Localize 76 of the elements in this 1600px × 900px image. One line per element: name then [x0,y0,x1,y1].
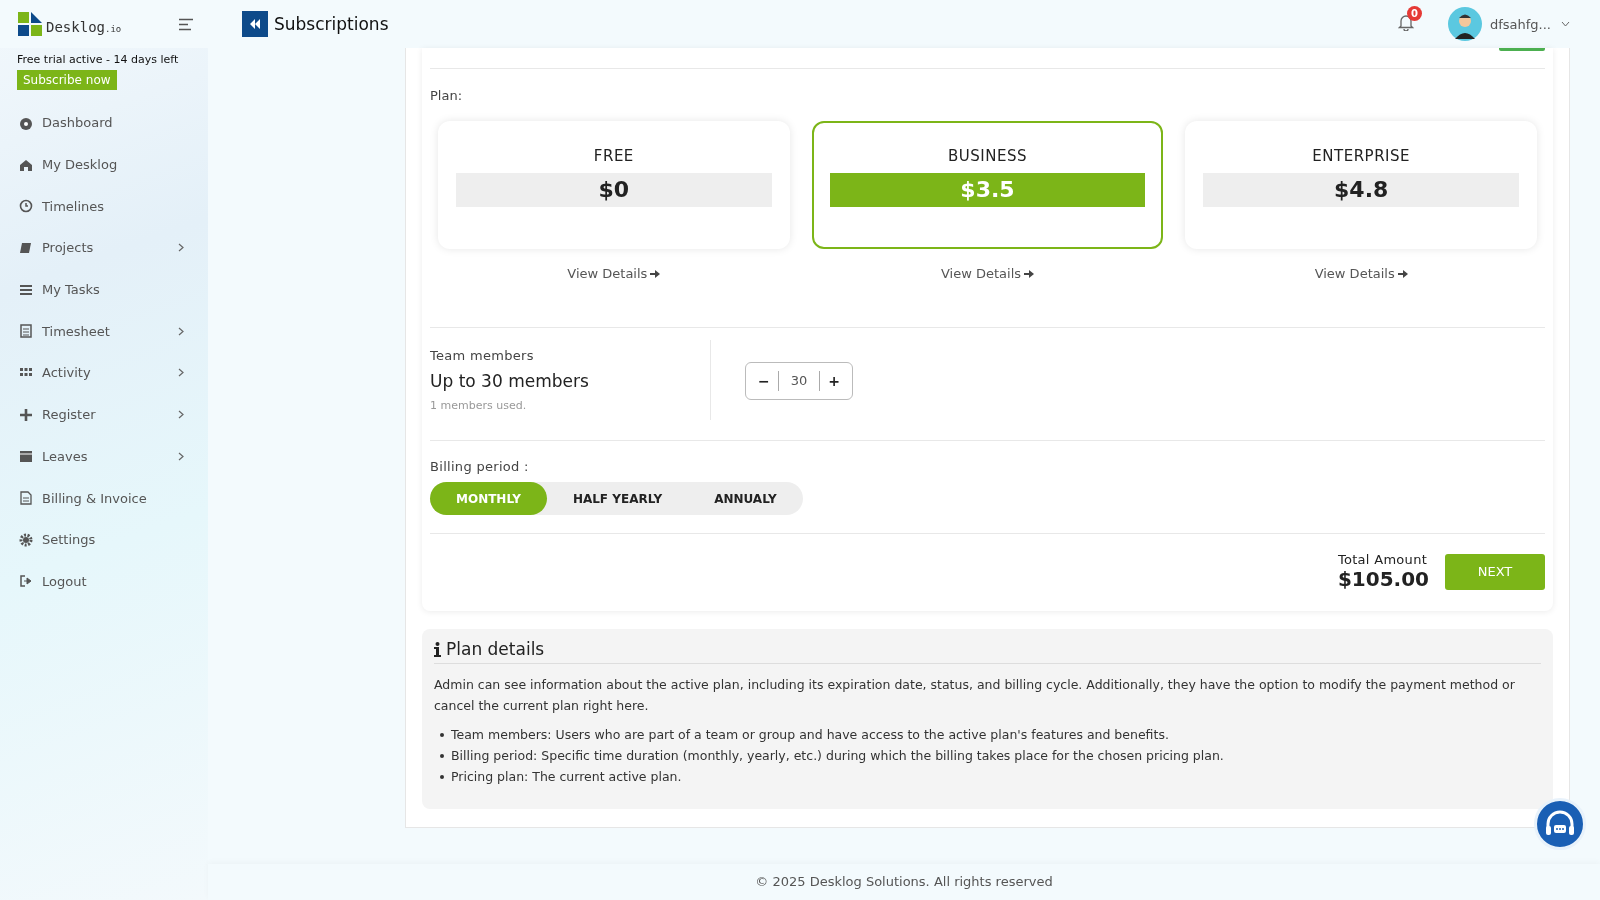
sidebar-item[interactable]: Billing & Invoice [0,477,208,519]
plus-icon [19,407,33,422]
plus-button[interactable]: + [820,373,848,389]
plan-card[interactable]: FREE $0 [438,121,790,249]
sidebar-item[interactable]: Activity [0,352,208,394]
page-title: Subscriptions [274,14,389,34]
sidebar-item[interactable]: Projects [0,227,208,269]
arrow-icon [650,268,661,279]
plan-description: Admin can see information about the active plan, including its expiration date, status, and billing cycle. Additionally, they have the option to modify the payment method or cancel the current plan right here. [434,676,1516,715]
member-limit: Up to 30 members [430,371,590,391]
chevron-icon [178,243,184,253]
bullet-icon [440,732,444,737]
plan-card[interactable]: BUSINESS $3.5 [811,121,1164,249]
billing-option[interactable]: HALF YEARLY [546,482,689,515]
file-icon [19,491,33,506]
sidebar-item[interactable]: My Tasks [0,268,208,311]
bullet-icon [440,753,444,758]
trial-notice: Free trial active - 14 days left [16,52,180,66]
view-details-link[interactable]: View Details [567,266,661,281]
info-icon [434,641,441,657]
chevron-icon [178,326,184,336]
bullet-text: Pricing plan: The current active plan. [451,768,682,786]
members-used: 1 members used. [430,399,528,412]
notification-badge: 0 [1406,5,1422,21]
plan-price: $3.5 [829,173,1146,207]
back-button[interactable] [242,11,268,37]
sidebar-item[interactable]: Settings [0,518,208,561]
plan-name: BUSINESS [947,147,1028,165]
sidebar-item[interactable]: Timesheet [0,310,208,353]
caret-icon[interactable] [1561,21,1570,27]
plan-price: $4.8 [1203,173,1519,207]
avatar-icon[interactable] [1447,7,1482,41]
gear-icon [19,532,33,547]
logo-icon [18,12,42,36]
total-label: Total Amount [1337,552,1429,567]
arrow-icon [1397,268,1408,279]
logout-icon [19,574,33,589]
plan-label: Plan: [430,87,464,105]
bullet-text: Billing period: Specific time duration (monthly, yearly, etc.) during which the billing takes place for the chosen pricing plan. [451,747,1224,765]
view-details-link[interactable]: View Details [1314,266,1408,281]
billing-label: Billing period : [430,459,530,474]
plan-name: ENTERPRISE [1311,147,1411,165]
billing-option[interactable]: ANNUALY [688,482,803,515]
member-count: 30 [777,371,821,391]
plan-card[interactable]: ENTERPRISE $4.8 [1185,121,1537,249]
user-name[interactable]: dfsahfg... [1489,16,1551,32]
total-amount: $105.00 [1337,567,1429,591]
sidebar-item[interactable]: Dashboard [0,102,208,144]
chevron-icon [178,451,184,461]
brand-name: Desklog.io [46,19,122,35]
plan-name: FREE [592,147,635,165]
sidebar-item[interactable]: Timelines [0,185,208,228]
member-stepper[interactable]: − 30 + [745,362,853,400]
clock-icon [19,199,33,214]
sidebar-item[interactable]: Register [0,393,208,436]
sheet-icon [19,324,33,339]
bullet-text: Team members: Users who are part of a team or group and have access to the active plan's features and benefits. [451,726,1169,744]
menu-icon[interactable] [178,17,194,31]
sidebar-item[interactable]: Leaves [0,435,208,478]
sidebar-item[interactable]: Logout [0,560,208,603]
section-title: Plan details [446,639,545,659]
double-arrow-icon [249,19,261,29]
button-edge [1499,48,1545,51]
plan-price: $0 [456,173,772,207]
team-label: Team members [430,348,535,363]
home-icon [19,157,33,172]
support-button[interactable] [1534,798,1586,850]
chevron-icon [178,368,184,378]
minus-button[interactable]: − [750,373,778,389]
calendar-icon [19,449,33,464]
view-details-link[interactable]: View Details [940,266,1035,281]
arrow-icon [1024,268,1035,279]
bullet-icon [440,774,444,779]
chevron-icon [178,410,184,420]
tasks-icon [19,282,33,297]
sidebar-item[interactable]: My Desklog [0,143,208,186]
